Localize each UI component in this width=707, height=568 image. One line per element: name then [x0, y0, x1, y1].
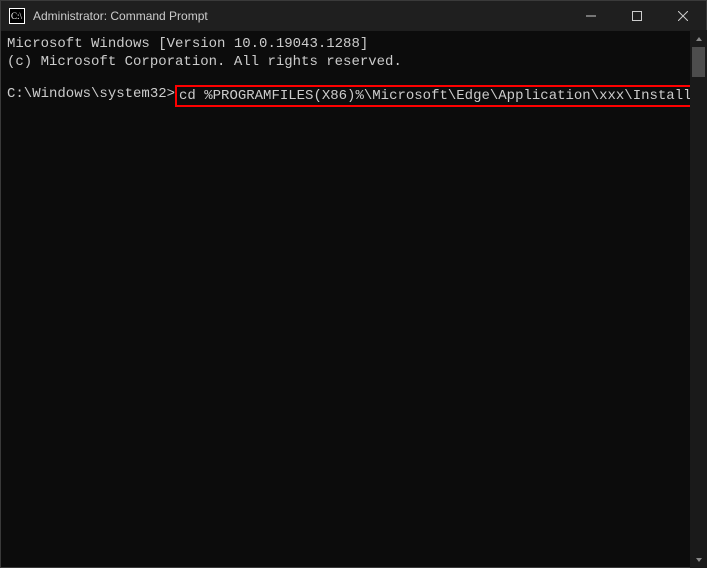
svg-text:C:\: C:\ — [11, 11, 23, 21]
scroll-thumb[interactable] — [692, 47, 705, 77]
scroll-down-arrow-icon[interactable] — [690, 551, 707, 568]
command-prompt-window: C:\ Administrator: Command Prompt Micros… — [0, 0, 707, 568]
titlebar-left: C:\ Administrator: Command Prompt — [1, 8, 208, 24]
highlighted-command: cd %PROGRAMFILES(X86)%\Microsoft\Edge\Ap… — [175, 85, 707, 107]
vertical-scrollbar[interactable] — [690, 30, 707, 568]
close-button[interactable] — [660, 1, 706, 31]
titlebar[interactable]: C:\ Administrator: Command Prompt — [1, 1, 706, 31]
minimize-button[interactable] — [568, 1, 614, 31]
cmd-icon: C:\ — [9, 8, 25, 24]
terminal-output[interactable]: Microsoft Windows [Version 10.0.19043.12… — [1, 31, 706, 567]
prompt-row: C:\Windows\system32> cd %PROGRAMFILES(X8… — [7, 85, 706, 107]
maximize-button[interactable] — [614, 1, 660, 31]
scroll-track[interactable] — [690, 47, 707, 551]
window-title: Administrator: Command Prompt — [33, 9, 208, 23]
window-controls — [568, 1, 706, 31]
copyright-line: (c) Microsoft Corporation. All rights re… — [7, 53, 706, 71]
scroll-up-arrow-icon[interactable] — [690, 30, 707, 47]
version-line: Microsoft Windows [Version 10.0.19043.12… — [7, 35, 706, 53]
prompt-path: C:\Windows\system32> — [7, 85, 175, 103]
